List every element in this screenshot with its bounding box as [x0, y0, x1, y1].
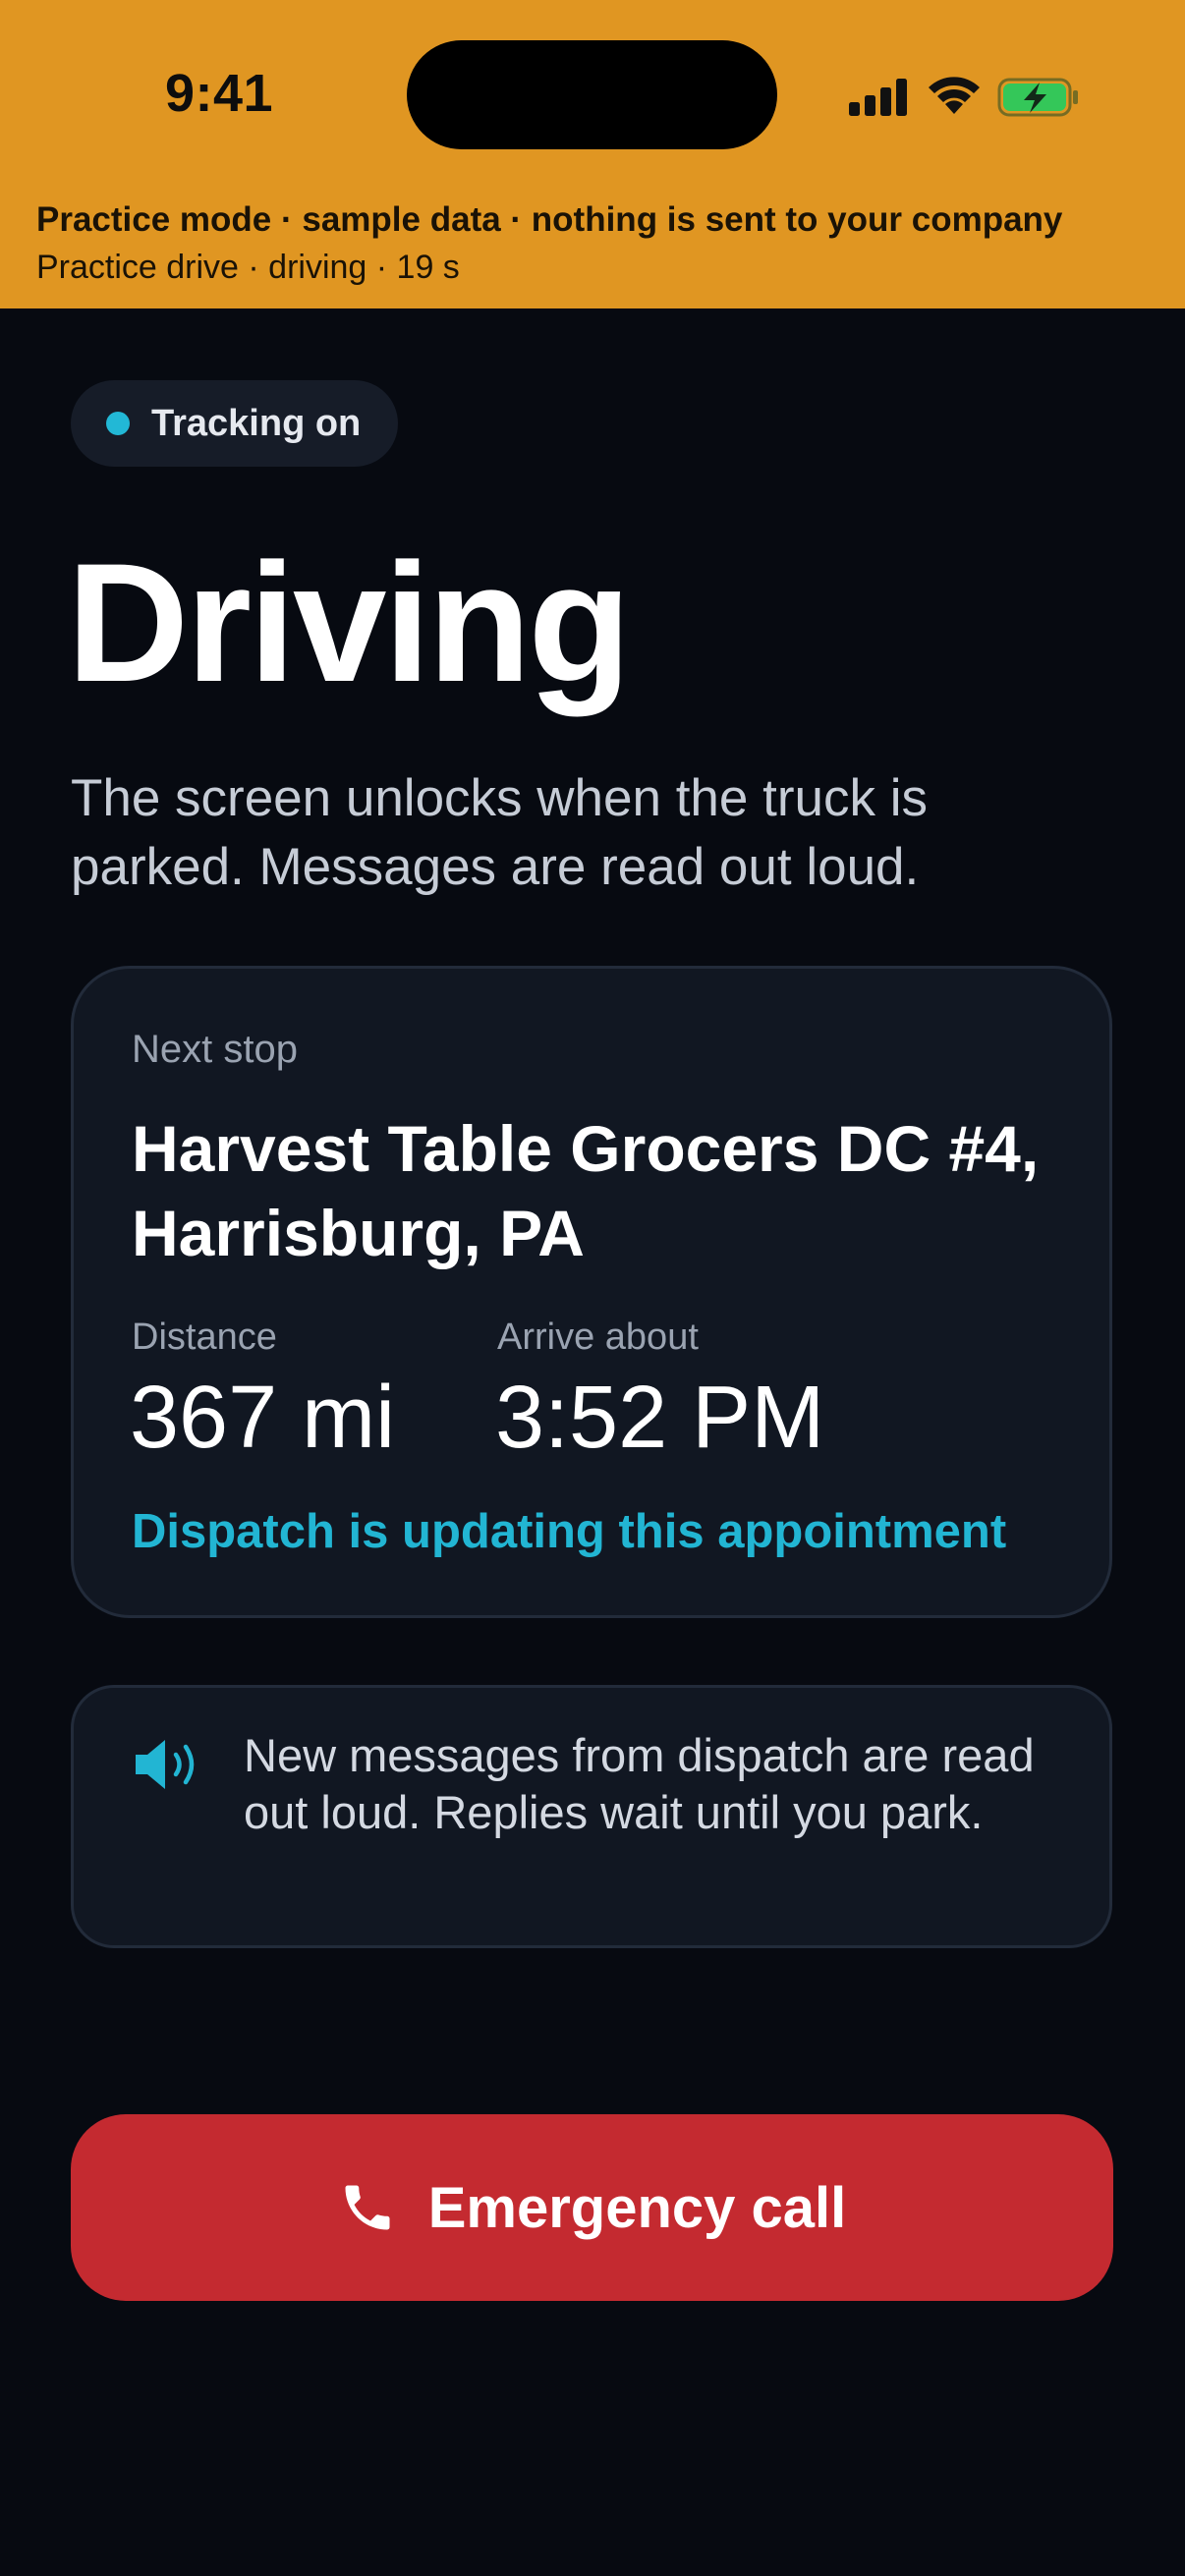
speaker-icon [136, 1740, 195, 1789]
arrival-value: 3:52 PM [495, 1369, 825, 1467]
distance-value: 367 mi [130, 1369, 396, 1467]
page-title: Driving [67, 529, 632, 717]
distance-label: Distance [132, 1316, 277, 1358]
practice-drive-status: Practice drive · driving · 19 s [36, 249, 460, 286]
practice-mode-notice: Practice mode · sample data · nothing is… [36, 200, 1063, 239]
tracking-status-label: Tracking on [151, 402, 362, 444]
tracking-status-pill: Tracking on [71, 380, 399, 467]
page-description: The screen unlocks when the truck is par… [71, 769, 928, 896]
emergency-call-button[interactable]: Emergency call [71, 2114, 1113, 2301]
messages-info-text: New messages from dispatch are read out … [244, 1729, 1035, 1838]
tracking-indicator-dot [106, 412, 130, 435]
practice-header: 9:41 Practice mode · sample data · nothi… [0, 0, 1185, 308]
dispatch-update-notice: Dispatch is updating this appointment [132, 1505, 1007, 1558]
messages-info-card: New messages from dispatch are read out … [71, 1685, 1112, 1948]
emergency-call-label: Emergency call [427, 2175, 847, 2240]
phone-icon [345, 2185, 390, 2230]
wifi-icon [929, 77, 980, 114]
dynamic-island [407, 40, 777, 149]
battery-charging-icon [997, 78, 1078, 117]
next-stop-label: Next stop [132, 1028, 298, 1071]
status-time: 9:41 [165, 64, 274, 123]
cellular-signal-icon [849, 79, 908, 116]
next-stop-card: Next stop Harvest Table Grocers DC #4, H… [71, 966, 1112, 1618]
next-stop-name: Harvest Table Grocers DC #4, Harrisburg,… [132, 1112, 1040, 1269]
arrival-label: Arrive about [497, 1316, 699, 1358]
